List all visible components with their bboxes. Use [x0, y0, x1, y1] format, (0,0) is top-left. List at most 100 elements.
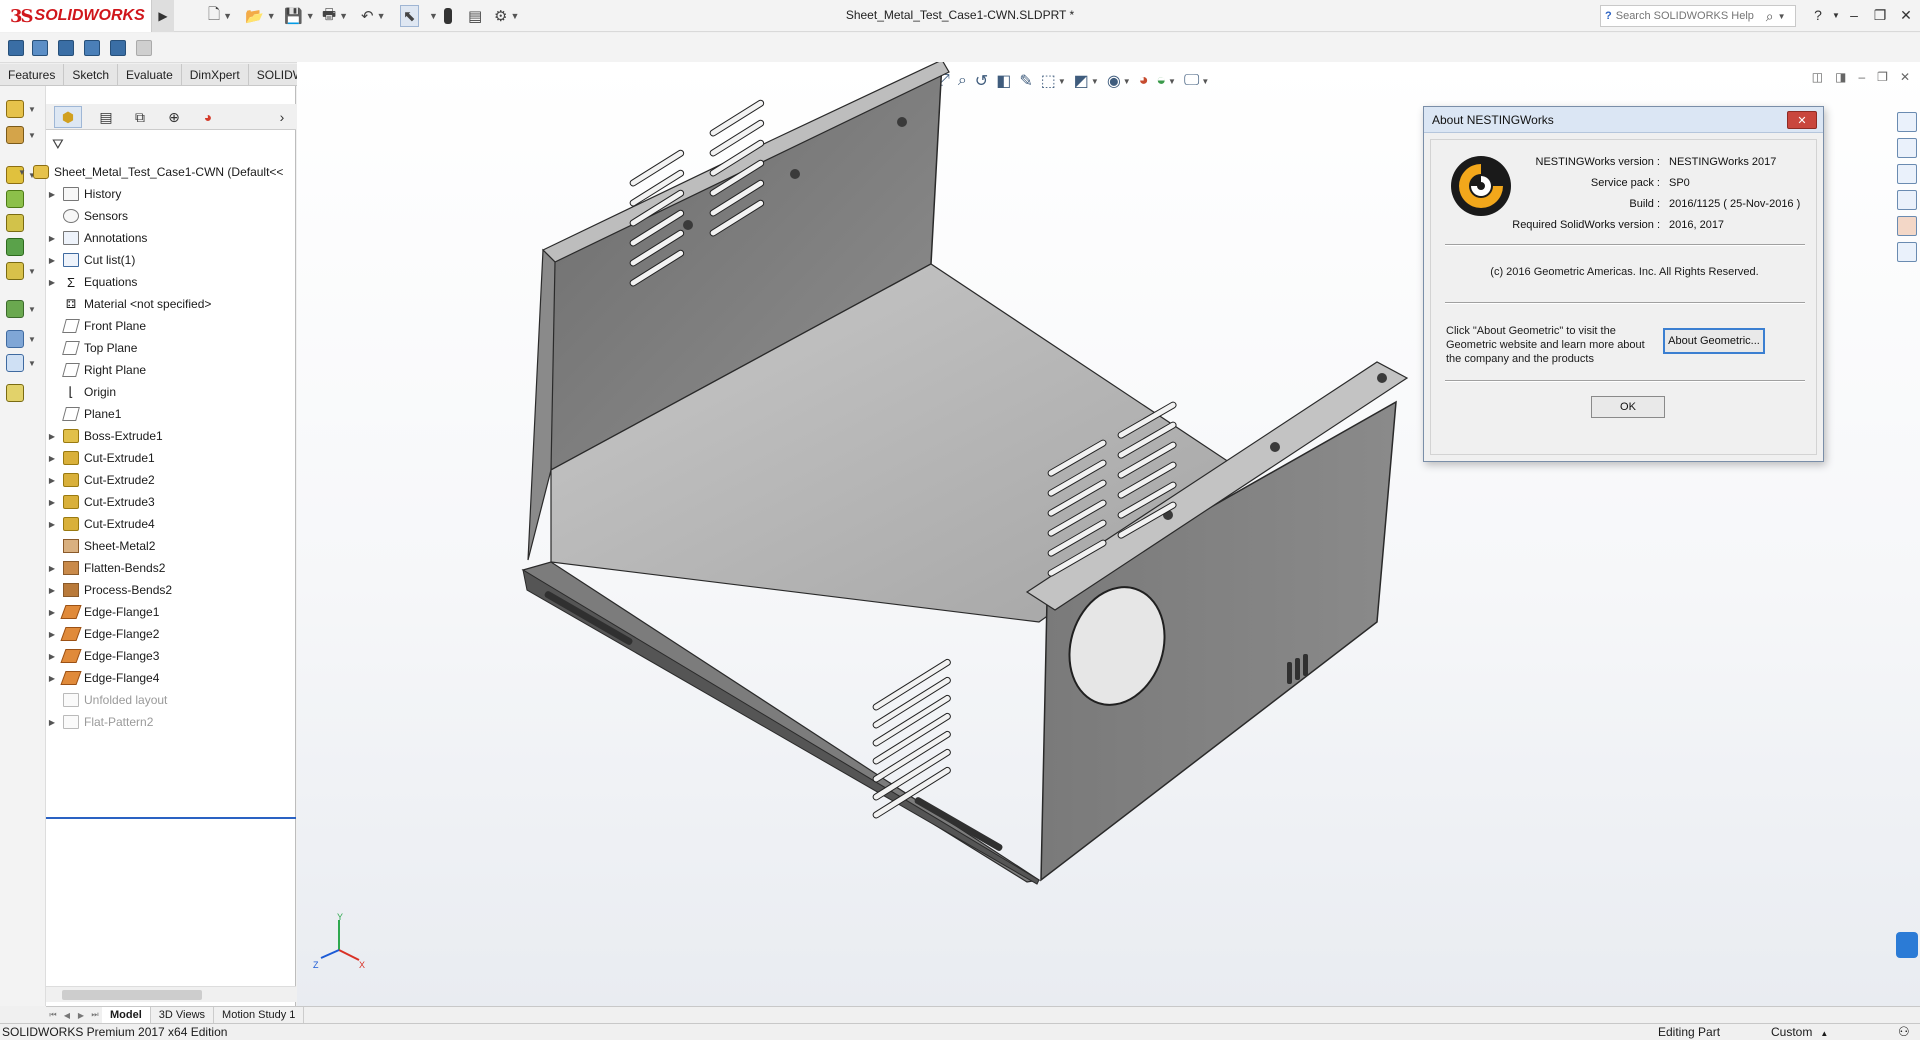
tree-item-edge-flange2[interactable]: ▶ Edge-Flange2 — [46, 623, 296, 645]
first-tab-icon[interactable]: ⏮ — [46, 1008, 60, 1022]
search-icon[interactable]: ⌕ — [1766, 8, 1774, 25]
solidworks-logo[interactable]: 3S SOLIDWORKS — [0, 0, 152, 32]
feature-tree-scrollbar[interactable] — [46, 986, 296, 1002]
tree-item-boss-extrude1[interactable]: ▶ Boss-Extrude1 — [46, 425, 296, 447]
nesting-command-icon[interactable] — [58, 40, 74, 56]
chevron-right-icon[interactable]: ▶ — [46, 652, 58, 661]
remote-support-icon[interactable] — [1896, 932, 1918, 958]
dimxpert-manager-tab[interactable]: ⊕ — [160, 106, 188, 128]
options-button[interactable]: ⚙ ▼ — [494, 5, 519, 27]
chevron-right-icon[interactable]: ▶ — [46, 586, 58, 595]
print-button[interactable]: 🖶 ▼ — [322, 5, 348, 27]
save-button[interactable]: 💾 ▼ — [284, 5, 315, 27]
rebuild-button[interactable] — [444, 5, 452, 27]
tree-item-history[interactable]: ▶ History — [46, 183, 296, 205]
design-library-icon[interactable] — [1896, 138, 1917, 158]
instant3d-button[interactable] — [6, 382, 40, 404]
chevron-right-icon[interactable]: ▶ — [46, 718, 58, 727]
file-properties-button[interactable]: ▤ — [468, 5, 482, 27]
file-explorer-icon[interactable] — [1896, 164, 1917, 184]
tree-item-flatten-bends2[interactable]: ▶ Flatten-Bends2 — [46, 557, 296, 579]
help-search[interactable]: ? ⌕ ▼ — [1600, 5, 1796, 27]
tree-item-cut-extrude4[interactable]: ▶ Cut-Extrude4 — [46, 513, 296, 535]
chevron-right-icon[interactable]: ▶ — [46, 454, 58, 463]
chevron-right-icon[interactable]: ▶ — [46, 234, 58, 243]
nesting-command-icon[interactable] — [8, 40, 24, 56]
fillet-button[interactable]: ▼ — [6, 260, 40, 282]
tree-item-origin[interactable]: ⌊ Origin — [46, 381, 296, 403]
reference-geometry-button[interactable]: ▼ — [6, 328, 40, 350]
base-flange-button[interactable]: ▼ — [6, 98, 40, 120]
chevron-right-icon[interactable]: ▶ — [46, 630, 58, 639]
feature-tree-tab[interactable]: ⬢ — [54, 106, 82, 128]
dialog-close-button[interactable]: ✕ — [1787, 111, 1817, 129]
chevron-right-icon[interactable]: ▶ — [46, 498, 58, 507]
appearances-icon[interactable] — [1896, 216, 1917, 236]
tree-item-edge-flange1[interactable]: ▶ Edge-Flange1 — [46, 601, 296, 623]
close-button[interactable]: ✕ — [1894, 4, 1918, 26]
bottom-tab-model[interactable]: Model — [102, 1007, 151, 1023]
tree-root[interactable]: ▼ Sheet_Metal_Test_Case1-CWN (Default<< — [16, 161, 296, 183]
about-geometric-button[interactable]: About Geometric... — [1663, 328, 1765, 354]
chevron-right-icon[interactable]: ▶ — [46, 256, 58, 265]
tab-evaluate[interactable]: Evaluate — [118, 64, 182, 86]
last-tab-icon[interactable]: ⏭ — [88, 1008, 102, 1022]
tree-item-cut-extrude3[interactable]: ▶ Cut-Extrude3 — [46, 491, 296, 513]
select-button[interactable]: ⬉ — [400, 5, 419, 27]
chevron-down-icon[interactable]: ▼ — [16, 168, 28, 177]
undo-button[interactable]: ↶ ▼ — [361, 5, 386, 27]
quick-tips-icon[interactable]: ⚇ — [1898, 1024, 1910, 1040]
unit-system[interactable]: Custom ▲ — [1771, 1025, 1828, 1039]
convert-to-sheet-metal-button[interactable]: ▼ — [6, 124, 40, 146]
tree-item-sensors[interactable]: Sensors — [46, 205, 296, 227]
tab-dimxpert[interactable]: DimXpert — [182, 64, 249, 86]
sweep-button[interactable] — [6, 212, 40, 234]
home-icon[interactable] — [1896, 112, 1917, 132]
tree-item-cut-list-1[interactable]: ▶ Cut list(1) — [46, 249, 296, 271]
open-button[interactable]: 📂 ▼ — [245, 5, 276, 27]
tree-item-cut-extrude2[interactable]: ▶ Cut-Extrude2 — [46, 469, 296, 491]
rollback-bar[interactable] — [46, 817, 296, 819]
view-palette-icon[interactable] — [1896, 190, 1917, 210]
tree-item-process-bends2[interactable]: ▶ Process-Bends2 — [46, 579, 296, 601]
bottom-edge[interactable] — [522, 568, 1040, 885]
tree-item-material-not-specified[interactable]: ⚃ Material <not specified> — [46, 293, 296, 315]
revolve-button[interactable] — [6, 188, 40, 210]
tree-item-plane1[interactable]: Plane1 — [46, 403, 296, 425]
bottom-tab-motion-study-1[interactable]: Motion Study 1 — [214, 1007, 305, 1023]
tree-item-top-plane[interactable]: Top Plane — [46, 337, 296, 359]
display-manager-tab[interactable]: ◕ — [194, 106, 222, 128]
chevron-right-icon[interactable]: ▶ — [46, 278, 58, 287]
tree-item-sheet-metal2[interactable]: Sheet-Metal2 — [46, 535, 296, 557]
tree-item-flat-pattern2[interactable]: ▶ Flat-Pattern2 — [46, 711, 296, 733]
previous-tab-icon[interactable]: ◀ — [60, 1008, 74, 1022]
new-document-button[interactable]: 🗋 ▼ — [208, 5, 232, 27]
ok-button[interactable]: OK — [1591, 396, 1665, 418]
help-search-input[interactable] — [1615, 10, 1766, 22]
configuration-manager-tab[interactable]: ⧉ — [126, 106, 154, 128]
chevron-right-icon[interactable]: ▶ — [46, 674, 58, 683]
minimize-button[interactable]: – — [1842, 4, 1866, 26]
custom-properties-icon[interactable] — [1896, 242, 1917, 262]
tree-item-annotations[interactable]: ▶ Annotations — [46, 227, 296, 249]
panel-expand-button[interactable]: › — [268, 106, 296, 128]
scrollbar-thumb[interactable] — [62, 990, 202, 1000]
tree-item-equations[interactable]: ▶ Σ Equations — [46, 271, 296, 293]
select-dropdown[interactable]: ▼ — [426, 5, 438, 27]
tree-item-unfolded-layout[interactable]: Unfolded layout — [46, 689, 296, 711]
chevron-right-icon[interactable]: ▶ — [46, 190, 58, 199]
nesting-command-icon[interactable] — [32, 40, 48, 56]
chevron-right-icon[interactable]: ▶ — [46, 476, 58, 485]
bottom-tab-3d-views[interactable]: 3D Views — [151, 1007, 215, 1023]
curves-button[interactable]: ▼ — [6, 352, 40, 374]
chevron-right-icon[interactable]: ▶ — [46, 432, 58, 441]
chevron-right-icon[interactable]: ▶ — [46, 520, 58, 529]
nesting-command-icon[interactable] — [84, 40, 100, 56]
restore-button[interactable]: ❐ — [1868, 4, 1892, 26]
tree-item-front-plane[interactable]: Front Plane — [46, 315, 296, 337]
property-manager-tab[interactable]: ▤ — [92, 106, 120, 128]
loft-button[interactable] — [6, 236, 40, 258]
menu-expand-arrow[interactable]: ▶ — [152, 0, 174, 32]
pattern-button[interactable]: ▼ — [6, 298, 40, 320]
tab-features[interactable]: Features — [0, 64, 65, 86]
